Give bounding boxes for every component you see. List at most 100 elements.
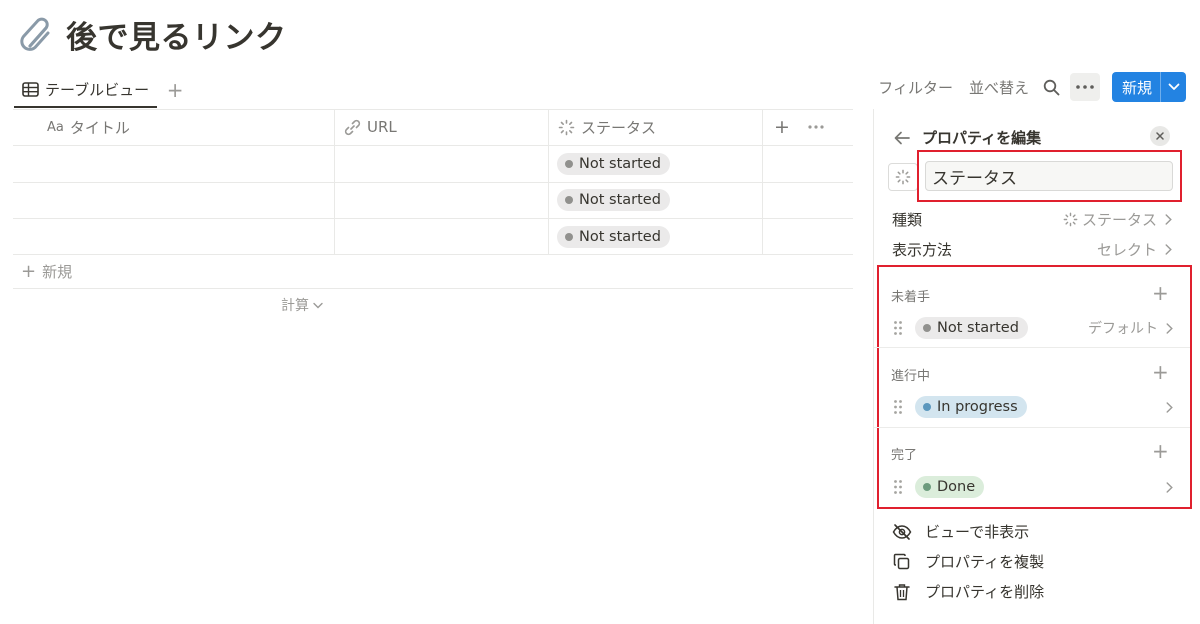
divider [13, 254, 853, 255]
status-badge[interactable]: Not started [557, 226, 670, 248]
property-type-label: 種類 [892, 210, 923, 229]
add-view-button[interactable]: + [163, 78, 187, 102]
column-divider [762, 109, 763, 254]
chevron-right-icon [1166, 401, 1173, 413]
filter-button[interactable]: フィルター [878, 77, 953, 98]
action-label: プロパティを削除 [925, 583, 1045, 601]
status-label: In progress [937, 399, 1018, 415]
default-label: デフォルト [1088, 321, 1158, 337]
status-icon [1063, 212, 1078, 226]
text-icon: Aa [47, 119, 64, 135]
table-icon [22, 81, 39, 97]
calculate-button[interactable]: 計算 [281, 295, 323, 315]
chevron-right-icon [1166, 322, 1173, 334]
page-title[interactable]: 後で見るリンク [66, 12, 287, 57]
column-label: URL [367, 118, 397, 136]
column-header-status[interactable]: ステータス [558, 109, 656, 145]
panel-title: プロパティを編集 [922, 129, 1042, 147]
ellipsis-icon [808, 125, 824, 129]
duplicate-property-button[interactable]: プロパティを複製 [892, 551, 1044, 572]
calculate-label: 計算 [281, 298, 309, 314]
status-label: Done [937, 479, 976, 495]
add-option-button[interactable]: + [1152, 283, 1169, 303]
group-label-todo: 未着手 [891, 290, 931, 305]
drag-handle-icon[interactable] [891, 320, 905, 336]
group-label-complete: 完了 [891, 448, 918, 463]
status-dot [923, 483, 931, 491]
divider [13, 218, 853, 219]
add-option-button[interactable]: + [1152, 441, 1169, 461]
group-label-in-progress: 進行中 [891, 369, 931, 384]
property-type-row[interactable]: 種類 ステータス [892, 206, 1172, 232]
chevron-right-icon [1165, 213, 1172, 225]
status-dot [565, 233, 573, 241]
drag-handle-icon[interactable] [891, 479, 905, 495]
new-button[interactable]: 新規 [1112, 72, 1160, 102]
option-meta: デフォルト [1088, 318, 1173, 338]
close-icon[interactable] [1150, 126, 1170, 146]
ellipsis-icon [1076, 85, 1094, 89]
column-options-button[interactable] [808, 109, 830, 145]
action-label: ビューで非表示 [925, 523, 1030, 541]
chevron-down-icon [313, 302, 323, 308]
add-row-label: 新規 [42, 263, 73, 281]
chevron-right-icon [1165, 243, 1172, 255]
link-icon [344, 119, 361, 135]
status-label: Not started [579, 156, 661, 172]
property-type-value: ステータス [1055, 209, 1172, 230]
column-label: ステータス [581, 118, 657, 137]
status-option-not-started[interactable]: Not started デフォルト [891, 315, 1173, 341]
hide-in-view-button[interactable]: ビューで非表示 [892, 521, 1029, 542]
status-option-done[interactable]: Done [891, 474, 1173, 500]
column-header-title[interactable]: Aa タイトル [47, 109, 130, 145]
trash-icon [894, 583, 910, 600]
column-divider [548, 109, 549, 254]
chevron-right-icon [1166, 481, 1173, 493]
divider [13, 182, 853, 183]
search-icon[interactable] [1043, 79, 1060, 96]
add-row-button[interactable]: + 新規 [21, 261, 72, 282]
type-value-text: ステータス [1081, 210, 1157, 229]
divider [13, 145, 853, 146]
eye-slash-icon [892, 523, 912, 540]
property-icon-picker[interactable] [888, 163, 918, 191]
chevron-down-icon[interactable] [1160, 72, 1186, 102]
column-label: タイトル [69, 118, 130, 137]
page-header: 後で見るリンク [16, 10, 287, 58]
status-badge: In progress [915, 396, 1027, 418]
edit-property-panel: プロパティを編集 種類 ステータス [873, 109, 1200, 624]
divider [874, 347, 1190, 348]
tab-label: テーブルビュー [45, 80, 150, 99]
add-option-button[interactable]: + [1152, 362, 1169, 382]
status-label: Not started [937, 320, 1019, 336]
status-dot [923, 403, 931, 411]
column-header-url[interactable]: URL [344, 109, 397, 145]
status-option-in-progress[interactable]: In progress [891, 394, 1173, 420]
paperclip-icon[interactable] [16, 14, 56, 54]
new-button-group: 新規 [1111, 72, 1186, 102]
option-meta [1158, 481, 1173, 493]
display-mode-label: 表示方法 [892, 240, 953, 259]
tab-table-view[interactable]: テーブルビュー [14, 72, 158, 108]
status-dot [923, 324, 931, 332]
more-options-button[interactable] [1069, 73, 1100, 101]
status-label: Not started [579, 229, 661, 245]
column-divider [334, 109, 335, 254]
status-badge[interactable]: Not started [557, 189, 670, 211]
display-mode-row[interactable]: 表示方法 セレクト [892, 236, 1172, 262]
status-badge[interactable]: Not started [557, 153, 670, 175]
status-label: Not started [579, 192, 661, 208]
action-label: プロパティを複製 [925, 553, 1045, 571]
back-arrow-icon[interactable] [894, 131, 910, 145]
highlight-box [917, 150, 1182, 202]
add-column-button[interactable]: + [774, 109, 790, 145]
divider [13, 288, 853, 289]
delete-property-button[interactable]: プロパティを削除 [892, 581, 1044, 602]
drag-handle-icon[interactable] [891, 399, 905, 415]
duplicate-icon [893, 553, 910, 569]
display-mode-value: セレクト [1097, 239, 1172, 260]
toolbar: フィルター 並べ替え 新規 [862, 72, 1186, 102]
status-dot [565, 196, 573, 204]
status-icon [558, 119, 575, 135]
sort-button[interactable]: 並べ替え [969, 77, 1029, 98]
